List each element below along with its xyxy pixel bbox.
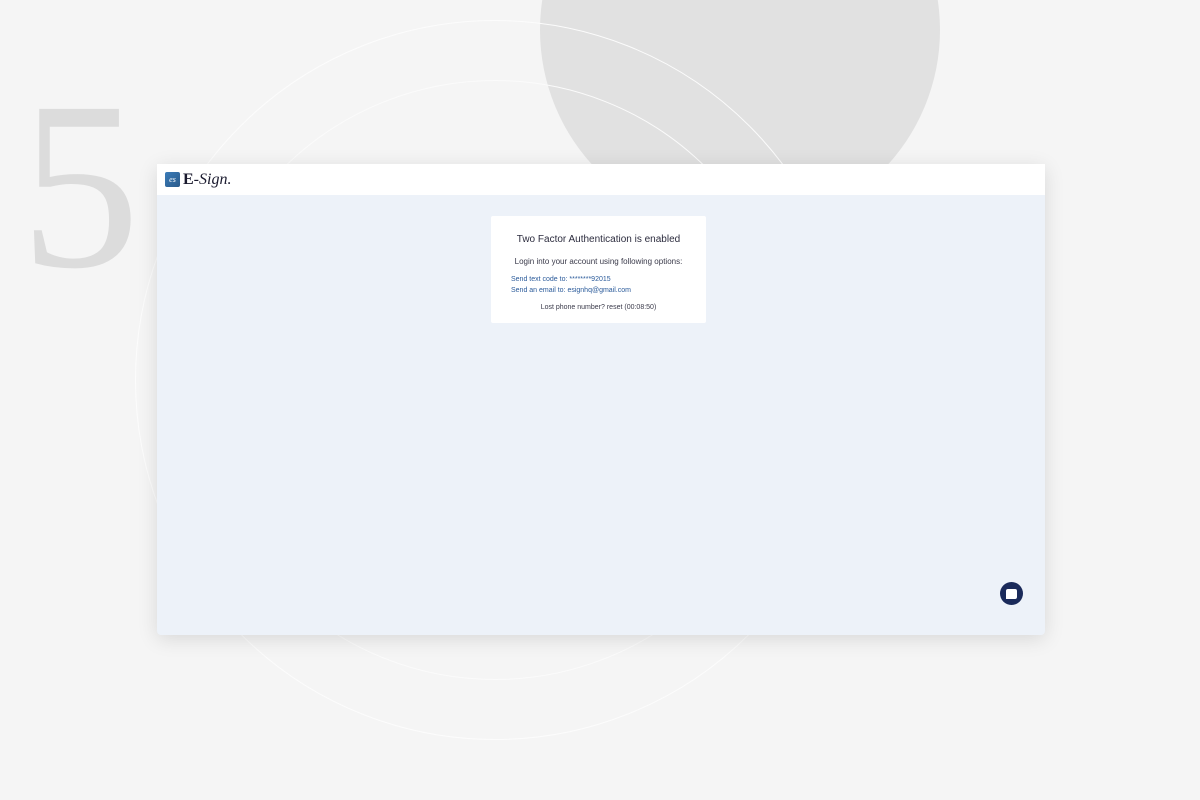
logo-icon-text: es	[169, 175, 176, 184]
sms-code-phone-masked: ********92015	[569, 276, 610, 283]
auth-card-title: Two Factor Authentication is enabled	[505, 234, 692, 245]
email-code-option[interactable]: Send an email to: esignhq@gmail.com	[505, 287, 692, 294]
two-factor-auth-card: Two Factor Authentication is enabled Log…	[491, 216, 706, 323]
reset-countdown-timer: (00:08:50)	[624, 304, 656, 311]
auth-card-instruction: Login into your account using following …	[505, 257, 692, 266]
sms-code-label: Send text code to:	[511, 276, 567, 283]
app-window: es E-Sign. Two Factor Authentication is …	[157, 164, 1045, 635]
sms-code-option[interactable]: Send text code to: ********92015	[505, 276, 692, 283]
logo-icon: es	[165, 172, 180, 187]
background-numeral: 5	[20, 65, 140, 305]
email-code-label: Send an email to:	[511, 287, 565, 294]
auth-card-footer: Lost phone number? reset (00:08:50)	[505, 304, 692, 311]
logo-text: E-Sign.	[183, 171, 231, 189]
email-code-address: esignhq@gmail.com	[567, 287, 631, 294]
lost-phone-reset-link[interactable]: Lost phone number? reset	[541, 304, 623, 311]
app-header: es E-Sign.	[157, 164, 1045, 195]
chat-icon	[1006, 589, 1017, 599]
chat-support-button[interactable]	[1000, 582, 1023, 605]
